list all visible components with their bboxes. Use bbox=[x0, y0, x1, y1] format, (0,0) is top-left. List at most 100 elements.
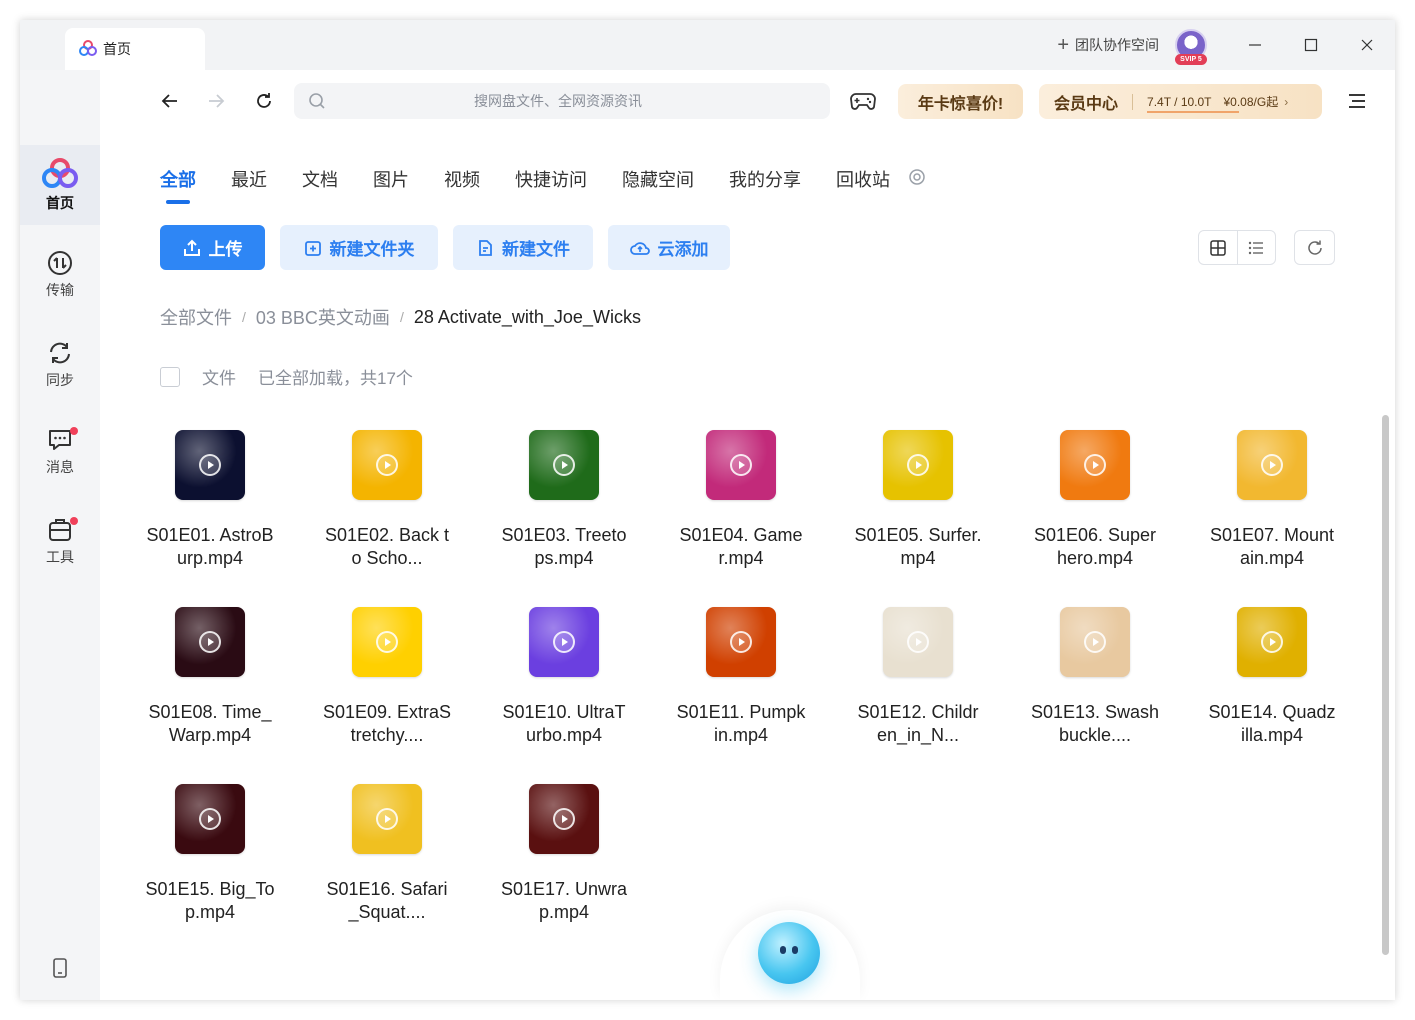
tab-recent[interactable]: 最近 bbox=[231, 166, 267, 192]
file-item[interactable]: S01E11. Pumpkin.mp4 bbox=[671, 607, 811, 747]
storage-quota-bar bbox=[1147, 110, 1240, 113]
view-toggle bbox=[1198, 230, 1276, 265]
file-item[interactable]: S01E17. Unwrap.mp4 bbox=[494, 784, 634, 924]
file-item[interactable]: S01E15. Big_Top.mp4 bbox=[140, 784, 280, 924]
cloud-add-button[interactable]: 云添加 bbox=[608, 225, 730, 270]
unread-dot bbox=[70, 427, 78, 435]
close-button[interactable] bbox=[1339, 20, 1395, 70]
sidebar-item-messages[interactable]: 消息 bbox=[20, 427, 100, 477]
search-box[interactable] bbox=[294, 83, 830, 119]
new-folder-button[interactable]: 新建文件夹 bbox=[280, 225, 438, 270]
vip-center-button[interactable]: 会员中心 7.4T / 10.0T ¥0.08/G起 › bbox=[1039, 84, 1322, 119]
file-name: S01E17. Unwrap.mp4 bbox=[500, 879, 628, 922]
file-item[interactable]: S01E01. AstroBurp.mp4 bbox=[140, 430, 280, 570]
video-thumbnail bbox=[352, 430, 422, 500]
load-status: 已全部加载，共17个 bbox=[258, 369, 413, 388]
file-name: S01E07. Mountain.mp4 bbox=[1209, 525, 1335, 568]
list-view-button[interactable] bbox=[1238, 231, 1276, 264]
video-thumbnail bbox=[175, 430, 245, 500]
video-thumbnail bbox=[1237, 607, 1307, 677]
file-item[interactable]: S01E08. Time_Warp.mp4 bbox=[140, 607, 280, 747]
tab-recycle-bin[interactable]: 回收站 bbox=[836, 166, 890, 192]
play-icon bbox=[199, 808, 221, 830]
search-input[interactable] bbox=[326, 92, 790, 110]
assistant-mascot-button[interactable] bbox=[758, 922, 820, 984]
sidebar-item-sync[interactable]: 同步 bbox=[20, 340, 100, 390]
file-item[interactable]: S01E07. Mountain.mp4 bbox=[1202, 430, 1342, 570]
file-item[interactable]: S01E16. Safari_Squat.... bbox=[317, 784, 457, 924]
annual-card-promo-button[interactable]: 年卡惊喜价! bbox=[898, 84, 1023, 119]
tab-quick-access[interactable]: 快捷访问 bbox=[515, 166, 587, 192]
video-thumbnail bbox=[706, 607, 776, 677]
video-thumbnail bbox=[175, 784, 245, 854]
divider bbox=[1132, 93, 1134, 110]
maximize-button[interactable] bbox=[1283, 20, 1339, 70]
file-item[interactable]: S01E14. Quadzilla.mp4 bbox=[1202, 607, 1342, 747]
sidebar-item-tools[interactable]: 工具 bbox=[20, 517, 100, 567]
minimize-button[interactable] bbox=[1227, 20, 1283, 70]
sidebar-item-phone[interactable] bbox=[20, 957, 100, 979]
tab-hidden-space[interactable]: 隐藏空间 bbox=[622, 166, 694, 192]
video-thumbnail bbox=[352, 784, 422, 854]
video-thumbnail bbox=[352, 607, 422, 677]
file-item[interactable]: S01E05. Surfer.mp4 bbox=[848, 430, 988, 570]
storage-quota: 7.4T / 10.0T bbox=[1147, 95, 1240, 113]
file-name: S01E02. Back to Scho... bbox=[324, 525, 450, 568]
unread-dot bbox=[70, 517, 78, 525]
file-item[interactable]: S01E06. Superhero.mp4 bbox=[1025, 430, 1165, 570]
play-icon bbox=[376, 454, 398, 476]
video-thumbnail bbox=[529, 430, 599, 500]
select-all-checkbox[interactable] bbox=[160, 366, 180, 387]
refresh-icon bbox=[257, 93, 271, 108]
menu-button[interactable] bbox=[1342, 86, 1372, 116]
scrollbar[interactable] bbox=[1382, 415, 1389, 955]
refresh-list-button[interactable] bbox=[1294, 230, 1335, 265]
tab-my-shares[interactable]: 我的分享 bbox=[729, 166, 801, 192]
grid-view-button[interactable] bbox=[1199, 231, 1238, 264]
tab-home[interactable]: 首页 bbox=[65, 28, 205, 70]
sidebar-item-home[interactable]: 首页 bbox=[20, 145, 100, 225]
list-header: 文件 已全部加载，共17个 bbox=[160, 364, 413, 389]
file-item[interactable]: S01E10. UltraTurbo.mp4 bbox=[494, 607, 634, 747]
arrow-left-icon bbox=[161, 94, 177, 108]
chevron-right-icon: › bbox=[1284, 94, 1289, 109]
file-item[interactable]: S01E04. Gamer.mp4 bbox=[671, 430, 811, 570]
tab-settings-icon[interactable] bbox=[908, 168, 926, 191]
maximize-icon bbox=[1304, 38, 1318, 52]
price-text: ¥0.08/G起 bbox=[1223, 95, 1279, 109]
avatar[interactable]: SVIP 5 bbox=[1175, 29, 1207, 65]
breadcrumb-item-all-files[interactable]: 全部文件 bbox=[160, 304, 232, 330]
new-file-button[interactable]: 新建文件 bbox=[453, 225, 593, 270]
breadcrumb-item-folder[interactable]: 03 BBC英文动画 bbox=[256, 304, 390, 330]
arrow-right-icon bbox=[209, 94, 225, 108]
sidebar-item-label: 传输 bbox=[46, 282, 74, 298]
tab-images[interactable]: 图片 bbox=[373, 166, 409, 192]
file-name: S01E01. AstroBurp.mp4 bbox=[146, 525, 274, 568]
video-thumbnail bbox=[883, 430, 953, 500]
tab-all[interactable]: 全部 bbox=[160, 166, 196, 204]
file-item[interactable]: S01E13. Swashbuckle.... bbox=[1025, 607, 1165, 747]
tab-documents[interactable]: 文档 bbox=[302, 166, 338, 192]
search-icon bbox=[309, 93, 325, 109]
file-item[interactable]: S01E09. ExtraStretchy.... bbox=[317, 607, 457, 747]
file-item[interactable]: S01E12. Children_in_N... bbox=[848, 607, 988, 747]
file-name: S01E04. Gamer.mp4 bbox=[679, 525, 803, 568]
tab-title: 首页 bbox=[103, 41, 131, 57]
back-button[interactable] bbox=[155, 86, 185, 116]
file-name: S01E03. Treetops.mp4 bbox=[501, 525, 627, 568]
play-icon bbox=[1084, 631, 1106, 653]
file-name: S01E05. Surfer.mp4 bbox=[854, 525, 982, 568]
sidebar-item-label: 首页 bbox=[46, 195, 74, 211]
game-button[interactable] bbox=[847, 85, 879, 117]
file-item[interactable]: S01E03. Treetops.mp4 bbox=[494, 430, 634, 570]
play-icon bbox=[553, 631, 575, 653]
team-space-button[interactable]: + 团队协作空间 bbox=[1057, 35, 1159, 55]
refresh-button[interactable] bbox=[249, 86, 279, 116]
file-item[interactable]: S01E02. Back to Scho... bbox=[317, 430, 457, 570]
forward-button[interactable] bbox=[201, 86, 231, 116]
upload-button[interactable]: 上传 bbox=[160, 225, 265, 270]
tab-videos[interactable]: 视频 bbox=[444, 166, 480, 192]
sidebar-item-transfer[interactable]: 传输 bbox=[20, 250, 100, 300]
sidebar-item-label: 同步 bbox=[46, 372, 74, 388]
file-name: S01E15. Big_Top.mp4 bbox=[145, 879, 275, 922]
